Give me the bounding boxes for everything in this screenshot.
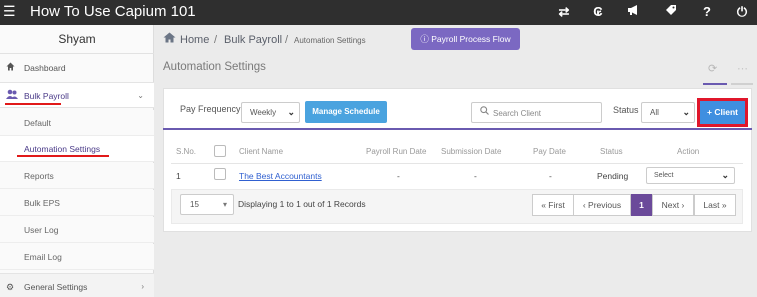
sidebar-subitem-bulk-eps[interactable]: Bulk EPS — [0, 190, 154, 216]
cell-submission-date: - — [474, 171, 477, 181]
sidebar-item-dashboard[interactable]: Dashboard — [0, 55, 154, 81]
users-icon — [6, 83, 18, 109]
top-bar: ☰ How To Use Capium 101 ⇄ ₢ ? ⏻ — [0, 0, 757, 25]
sidebar-item-label: General Settings — [24, 282, 88, 292]
add-client-button[interactable]: + Client — [700, 101, 745, 124]
search-client-box[interactable] — [471, 102, 602, 123]
pay-frequency-select[interactable]: Weekly ⌄ — [241, 102, 300, 123]
sidebar-subitem-user-log[interactable]: User Log — [0, 217, 154, 243]
app-title: How To Use Capium 101 — [30, 3, 196, 20]
sidebar-subitem-label: User Log — [24, 225, 59, 235]
manage-schedule-button[interactable]: Manage Schedule — [305, 101, 387, 123]
column-header-status: Status — [600, 147, 623, 156]
user-name: Shyam — [0, 25, 154, 54]
client-name-link[interactable]: The Best Accountants — [239, 171, 322, 181]
cell-sno: 1 — [176, 171, 181, 181]
page-size-select[interactable]: 15 ▾ — [180, 194, 234, 215]
current-page-button[interactable]: 1 — [631, 194, 652, 216]
select-all-checkbox[interactable] — [214, 145, 226, 157]
sidebar-item-label: Dashboard — [24, 63, 66, 73]
column-header-payroll-run-date: Payroll Run Date — [366, 147, 427, 156]
page-size-value: 15 — [190, 200, 199, 209]
search-client-input[interactable] — [493, 106, 597, 120]
chevron-down-icon: ⌄ — [287, 107, 295, 117]
more-options-icon[interactable]: ⋯ — [737, 62, 748, 75]
sidebar-subitem-label: Email Log — [24, 252, 62, 262]
previous-page-button[interactable]: ‹ Previous — [573, 194, 631, 216]
table-header-divider — [171, 163, 743, 164]
status-label: Status — [613, 105, 639, 115]
column-header-submission-date: Submission Date — [441, 147, 502, 156]
gears-icon: ⚙ — [6, 282, 15, 292]
chevron-right-icon: › — [141, 282, 144, 291]
sidebar-subitem-default[interactable]: Default — [0, 110, 154, 136]
sidebar-subitem-label: Reports — [24, 171, 54, 181]
breadcrumb-current: Automation Settings — [294, 36, 366, 45]
sidebar-item-label: Bulk Payroll — [24, 91, 69, 101]
payroll-process-flow-label: Payroll Process Flow — [431, 34, 511, 44]
exchange-icon[interactable]: ⇄ — [555, 4, 573, 20]
last-page-button[interactable]: Last » — [694, 194, 736, 216]
toolbar-divider — [163, 128, 752, 130]
sidebar: Shyam Dashboard Bulk Payroll ⌄ Default A… — [0, 25, 154, 297]
panel-tab-indicator-inactive — [731, 83, 753, 85]
sidebar-subitem-label: Default — [24, 118, 51, 128]
help-icon[interactable]: ? — [698, 4, 716, 20]
breadcrumb-separator: / — [285, 34, 289, 46]
row-checkbox[interactable] — [214, 168, 226, 180]
sidebar-subitem-email-log[interactable]: Email Log — [0, 244, 154, 270]
pay-frequency-label: Pay Frequency — [180, 104, 241, 114]
first-page-button[interactable]: « First — [532, 194, 574, 216]
column-header-pay-date: Pay Date — [533, 147, 566, 156]
sidebar-subitem-reports[interactable]: Reports — [0, 163, 154, 189]
action-select[interactable]: Select ⌄ — [646, 167, 735, 184]
chevron-down-icon: ⌄ — [137, 91, 144, 100]
cell-pay-date: - — [549, 171, 552, 181]
panel-tab-indicator — [703, 83, 727, 85]
info-icon: ⓘ — [420, 34, 432, 44]
chevron-down-icon: ▾ — [222, 200, 227, 209]
column-header-action: Action — [677, 147, 700, 156]
status-value: All — [650, 108, 659, 117]
tag-icon[interactable] — [662, 4, 680, 20]
next-page-button[interactable]: Next › — [652, 194, 694, 216]
megaphone-icon[interactable] — [624, 4, 642, 20]
home-icon[interactable] — [163, 31, 176, 49]
payroll-process-flow-button[interactable]: ⓘ Payroll Process Flow — [411, 28, 520, 50]
sidebar-item-general-settings[interactable]: ⚙ General Settings › — [0, 273, 154, 297]
action-select-value: Select — [654, 172, 674, 179]
column-header-client-name: Client Name — [239, 147, 284, 156]
column-header-sno: S.No. — [176, 147, 197, 156]
refresh-icon[interactable]: ⟳ — [708, 62, 717, 75]
annotation-underline — [17, 155, 109, 157]
breadcrumb-home[interactable]: Home — [180, 31, 209, 49]
chevron-down-icon: ⌄ — [721, 170, 729, 180]
home-icon — [6, 55, 15, 81]
sidebar-subitem-label: Bulk EPS — [24, 198, 60, 208]
records-count-text: Displaying 1 to 1 out of 1 Records — [238, 199, 366, 209]
cell-status: Pending — [597, 171, 629, 181]
status-select[interactable]: All ⌄ — [641, 102, 695, 123]
annotation-underline — [5, 103, 61, 105]
chevron-down-icon: ⌄ — [682, 107, 690, 117]
pay-frequency-value: Weekly — [250, 108, 277, 117]
cell-payroll-run-date: - — [397, 171, 400, 181]
power-icon[interactable]: ⏻ — [733, 4, 751, 20]
page-title: Automation Settings — [163, 61, 266, 73]
breadcrumb-bulk-payroll[interactable]: Bulk Payroll — [224, 31, 282, 49]
search-icon — [480, 106, 489, 117]
breadcrumb-separator: / — [214, 34, 218, 46]
hamburger-menu-icon[interactable]: ☰ — [3, 3, 17, 19]
currency-icon[interactable]: ₢ — [589, 4, 607, 20]
sidebar-subitem-automation-settings[interactable]: Automation Settings — [0, 136, 154, 162]
sidebar-subitem-label: Automation Settings — [24, 144, 101, 154]
